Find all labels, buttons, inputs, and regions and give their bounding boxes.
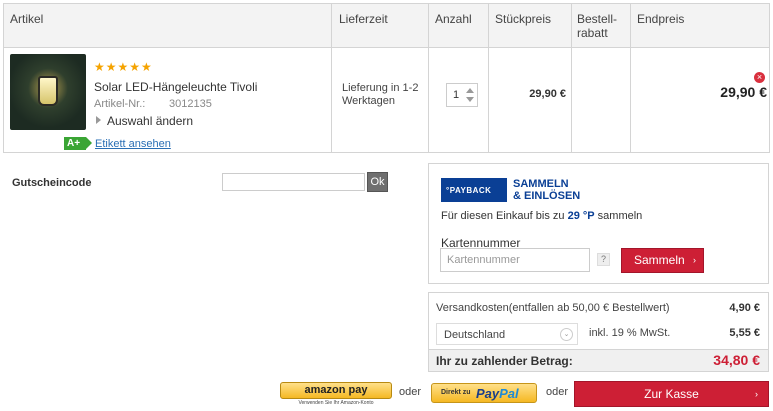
shipping-label: Versandkosten(entfallen ab 50,00 € Beste… xyxy=(436,302,670,314)
chevron-down-icon[interactable]: ⌄ xyxy=(560,328,573,341)
vat-value: 5,55 € xyxy=(729,327,760,339)
amazon-pay-label: amazon pay xyxy=(280,382,392,399)
column-divider xyxy=(428,4,429,152)
rating-stars: ★★★★★ xyxy=(94,60,153,74)
coupon-input[interactable] xyxy=(222,173,365,191)
paypal-logo-pal: Pal xyxy=(499,386,519,401)
paypal-button[interactable]: Direkt zu PayPal xyxy=(431,383,537,403)
payback-info: Für diesen Einkauf bis zu 29 °P sammeln xyxy=(441,210,642,222)
payback-box: °PAYBACK SAMMELN & EINLÖSEN Für diesen E… xyxy=(428,163,769,284)
country-select[interactable]: Deutschland ⌄ xyxy=(436,323,578,345)
end-price: 29,90 € xyxy=(720,84,767,100)
article-number: 3012135 xyxy=(169,98,212,110)
total-row: Ihr zu zahlender Betrag: 34,80 € xyxy=(429,349,768,371)
payback-info-before: Für diesen Einkauf bis zu xyxy=(441,210,565,222)
paypal-logo: PayPal xyxy=(476,386,519,401)
card-number-input[interactable] xyxy=(441,249,589,271)
header-endpreis: Endpreis xyxy=(637,12,685,26)
payback-title: SAMMELN & EINLÖSEN xyxy=(513,178,580,202)
vat-label: inkl. 19 % MwSt. xyxy=(589,327,671,339)
payback-logo: °PAYBACK xyxy=(441,178,507,202)
column-divider xyxy=(630,4,631,152)
change-selection-link[interactable]: Auswahl ändern xyxy=(96,114,193,128)
paypal-logo-pay: Pay xyxy=(476,386,500,401)
header-bestellrabatt-line2: rabatt xyxy=(577,26,608,40)
payback-title-line1: SAMMELN xyxy=(513,178,569,190)
column-divider xyxy=(331,4,332,152)
column-divider xyxy=(571,4,572,152)
change-selection-label: Auswahl ändern xyxy=(107,114,194,128)
amazon-pay-subtext: Verwenden Sie Ihr Amazon-Konto xyxy=(298,400,374,406)
chevron-right-icon: › xyxy=(755,389,758,399)
quantity-stepper[interactable]: 1 xyxy=(446,83,478,107)
total-value: 34,80 € xyxy=(713,352,760,368)
payback-title-line2: & EINLÖSEN xyxy=(513,190,581,202)
collect-button-label: Sammeln xyxy=(634,253,685,267)
header-artikel: Artikel xyxy=(10,12,44,26)
increment-arrow-icon[interactable] xyxy=(466,88,474,93)
triangle-right-icon xyxy=(96,116,101,124)
or-separator: oder xyxy=(399,386,422,398)
delivery-time: Lieferung in 1-2 Werktagen xyxy=(342,82,419,107)
coupon-ok-button[interactable]: Ok xyxy=(367,172,388,192)
checkout-label: Zur Kasse xyxy=(644,387,699,401)
product-image[interactable] xyxy=(10,54,86,130)
country-value: Deutschland xyxy=(444,329,506,341)
product-name[interactable]: Solar LED-Hängeleuchte Tivoli xyxy=(94,80,257,94)
shipping-value: 4,90 € xyxy=(729,302,760,314)
totals-box: Versandkosten(entfallen ab 50,00 € Beste… xyxy=(428,292,769,372)
or-separator: oder xyxy=(546,386,569,398)
header-stueckpreis: Stückpreis xyxy=(495,12,552,26)
energy-label-link[interactable]: Etikett ansehen xyxy=(95,138,171,150)
header-anzahl: Anzahl xyxy=(435,12,472,26)
quantity-value[interactable]: 1 xyxy=(453,89,459,101)
unit-price: 29,90 € xyxy=(529,88,566,100)
cart-table: Artikel Lieferzeit Anzahl Stückpreis Bes… xyxy=(3,3,770,153)
column-divider xyxy=(488,4,489,152)
total-label: Ihr zu zahlender Betrag: xyxy=(436,354,573,368)
payback-info-after: sammeln xyxy=(597,210,643,222)
header-bestellrabatt-line1: Bestell- xyxy=(577,12,618,26)
cart-header xyxy=(4,4,769,48)
paypal-small-label: Direkt zu xyxy=(441,389,471,396)
checkout-button[interactable]: Zur Kasse › xyxy=(574,381,769,407)
chevron-right-icon: › xyxy=(693,255,696,265)
payback-points: 29 °P xyxy=(567,210,595,222)
header-bestellrabatt: Bestell- rabatt xyxy=(577,12,617,40)
decrement-arrow-icon[interactable] xyxy=(466,97,474,102)
help-icon[interactable]: ? xyxy=(597,253,610,266)
energy-class-badge: A+ xyxy=(64,137,92,150)
article-number-label: Artikel-Nr.: xyxy=(94,98,146,110)
collect-button[interactable]: Sammeln › xyxy=(621,248,704,273)
amazon-pay-button[interactable]: amazon pay Verwenden Sie Ihr Amazon-Kont… xyxy=(280,382,392,406)
card-number-field[interactable] xyxy=(440,248,590,272)
remove-item-icon[interactable]: × xyxy=(754,72,765,83)
header-lieferzeit: Lieferzeit xyxy=(339,12,388,26)
coupon-label: Gutscheincode xyxy=(12,177,92,189)
